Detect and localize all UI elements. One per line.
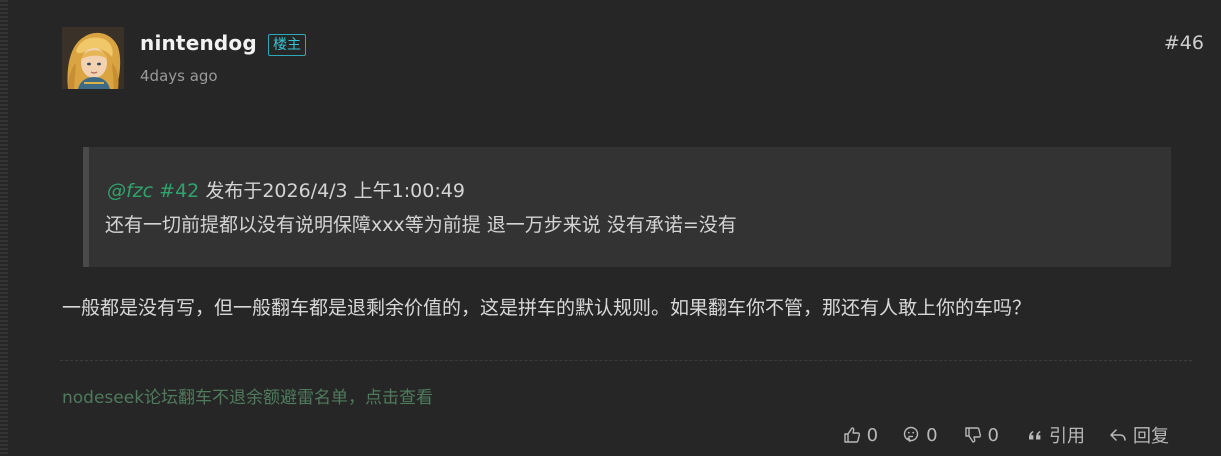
- op-badge: 楼主: [268, 34, 306, 56]
- quote-button[interactable]: 引用: [1027, 422, 1085, 448]
- post-actions: 0 0 0 引用 回复: [843, 422, 1169, 448]
- thinking-face-icon: [903, 426, 919, 443]
- reply-arrow-icon: [1110, 429, 1126, 441]
- floor-number[interactable]: #46: [1164, 32, 1204, 54]
- avatar-image: [62, 27, 124, 89]
- quote-label: 引用: [1049, 426, 1085, 447]
- think-count: 0: [926, 424, 938, 446]
- think-button[interactable]: 0: [902, 424, 938, 446]
- signature-divider: [60, 360, 1192, 361]
- quote-posted-at: 发布于2026/4/3 上午1:00:49: [205, 180, 465, 202]
- thread-edge-marker: [0, 0, 8, 456]
- author-name[interactable]: nintendog: [140, 31, 257, 55]
- dislike-count: 0: [987, 424, 999, 446]
- thumbs-up-icon: [843, 427, 860, 443]
- quote-header: @fzc #42 发布于2026/4/3 上午1:00:49: [107, 176, 465, 203]
- quoted-post: @fzc #42 发布于2026/4/3 上午1:00:49 还有一切前提都以没…: [83, 147, 1171, 267]
- like-button[interactable]: 0: [843, 425, 878, 446]
- signature-link[interactable]: nodeseek论坛翻车不退余额避雷名单，点击查看: [62, 383, 433, 408]
- avatar[interactable]: [62, 27, 124, 89]
- quoted-floor-link[interactable]: #42: [159, 180, 199, 202]
- post-card: nintendog 楼主 4days ago #46 @fzc #42 发布于2…: [0, 0, 1221, 456]
- quoted-user-link[interactable]: @fzc: [107, 180, 153, 202]
- post-content: 一般都是没有写，但一般翻车都是退剩余价值的，这是拼车的默认规则。如果翻车你不管，…: [62, 297, 1032, 319]
- dislike-button[interactable]: 0: [964, 425, 999, 446]
- like-count: 0: [866, 424, 879, 446]
- reply-button[interactable]: 回复: [1109, 422, 1169, 448]
- thumbs-down-icon: [964, 427, 981, 443]
- quote-text: 还有一切前提都以没有说明保障xxx等为前提 退一万步来说 没有承诺=没有: [105, 214, 737, 236]
- post-timestamp: 4days ago: [140, 67, 218, 85]
- quote-mark-icon: [1029, 431, 1041, 440]
- reply-label: 回复: [1133, 426, 1169, 447]
